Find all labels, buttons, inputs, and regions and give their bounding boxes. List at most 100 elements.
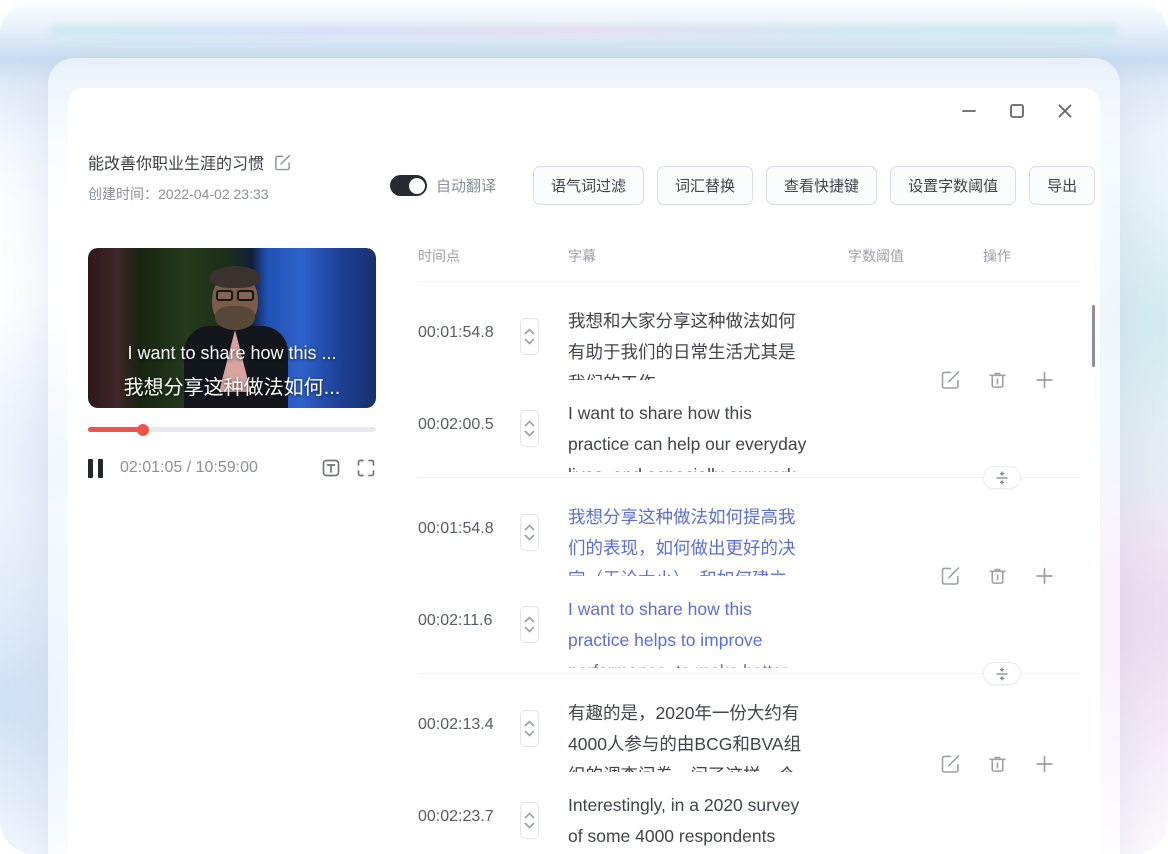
time-stepper[interactable] [520,410,539,447]
edit-subtitle-button[interactable] [940,754,961,775]
chevron-down-icon [524,822,535,829]
time-stepper[interactable] [520,606,539,643]
chevron-down-icon [524,626,535,633]
time-stepper[interactable] [520,802,539,839]
subtitle-text[interactable]: I want to share how this practice can he… [568,398,836,472]
edit-icon [274,154,291,171]
trash-icon [987,754,1008,775]
subtitle-table: 时间点 字幕 字数阈值 操作 00:01:54.8 我想和大家分享这种做法如何 … [418,246,1080,854]
add-subtitle-button[interactable] [1034,369,1055,390]
chevron-up-icon [524,420,535,427]
minimize-icon [959,101,979,121]
player-controls: 02:01:05 / 10:59:00 [88,458,376,478]
close-icon [1055,101,1075,121]
subtitle-group: 00:01:54.8 我想和大家分享这种做法如何 有助于我们的日常生活尤其是 我… [418,282,1080,478]
col-timestamp: 时间点 [418,246,460,266]
view-shortcuts-button[interactable]: 查看快捷键 [766,166,877,205]
video-subtitle-en: I want to share how this ... [88,343,376,364]
chevron-down-icon [524,534,535,541]
toggle-knob [409,178,425,194]
add-subtitle-button[interactable] [1034,754,1055,775]
subtitle-row: 00:02:00.5 I want to share how this prac… [418,398,836,472]
subtitle-row: 00:02:13.4 有趣的是，2020年一份大约有 4000人参与的由BCG和… [418,698,836,772]
chevron-down-icon [524,730,535,737]
row-actions [940,369,1055,390]
plus-icon [1034,754,1055,775]
app-window: 能改善你职业生涯的习惯 创建时间：2022-04-02 23:33 自动翻译 语… [68,88,1100,854]
progress-fill [88,427,143,432]
chevron-up-icon [524,328,535,335]
subtitle-text[interactable]: Interestingly, in a 2020 survey of some … [568,790,836,854]
edit-title-button[interactable] [274,154,291,171]
table-header: 时间点 字幕 字数阈值 操作 [418,246,1080,281]
maximize-icon [1007,101,1027,121]
row-actions [940,565,1055,586]
vocab-replace-button[interactable]: 词汇替换 [657,166,753,205]
edit-icon [940,369,961,390]
col-actions: 操作 [983,246,1011,266]
timestamp: 00:02:13.4 [418,698,494,772]
screen: 能改善你职业生涯的习惯 创建时间：2022-04-02 23:33 自动翻译 语… [0,0,1168,854]
subtitle-toggle-button[interactable] [321,458,341,478]
scrollbar-thumb[interactable] [1092,305,1095,367]
created-time: 创建时间：2022-04-02 23:33 [88,184,291,204]
fullscreen-icon [356,458,376,478]
video-subtitles: I want to share how this ... 我想分享这种做法如何.… [88,343,376,400]
merge-rows-button[interactable] [983,662,1021,685]
video-subtitle-zh: 我想分享这种做法如何... [88,371,376,400]
chevron-up-icon [524,812,535,819]
subtitle-group-active: 00:01:54.8 我想分享这种做法如何提高我 们的表现，如何做出更好的决 定… [418,478,1080,674]
video-player[interactable]: I want to share how this ... 我想分享这种做法如何.… [88,248,376,408]
maximize-button[interactable] [1006,100,1028,122]
timestamp: 00:02:11.6 [418,594,494,668]
delete-subtitle-button[interactable] [987,565,1008,586]
subtitle-row: 00:02:11.6 I want to share how this prac… [418,594,836,668]
subtitle-text[interactable]: 有趣的是，2020年一份大约有 4000人参与的由BCG和BVA组 织的调查问卷… [568,698,836,772]
progress-bar[interactable] [88,427,376,432]
subtitle-text[interactable]: I want to share how this practice helps … [568,594,836,668]
add-subtitle-button[interactable] [1034,565,1055,586]
auto-translate-toggle[interactable] [390,175,427,196]
plus-icon [1034,369,1055,390]
col-subtitle: 字幕 [568,246,596,266]
edit-icon [940,565,961,586]
project-header: 能改善你职业生涯的习惯 创建时间：2022-04-02 23:33 [88,150,291,204]
edit-icon [940,754,961,775]
subtitle-row: 00:02:23.7 Interestingly, in a 2020 surv… [418,790,836,854]
subtitle-group: 00:02:13.4 有趣的是，2020年一份大约有 4000人参与的由BCG和… [418,674,1080,854]
edit-subtitle-button[interactable] [940,369,961,390]
delete-subtitle-button[interactable] [987,369,1008,390]
time-stepper[interactable] [520,318,539,355]
pause-button[interactable] [88,459,103,478]
time-stepper[interactable] [520,710,539,747]
trash-icon [987,369,1008,390]
chevron-up-icon [524,720,535,727]
merge-rows-button[interactable] [983,466,1021,489]
close-button[interactable] [1054,100,1076,122]
timestamp: 00:01:54.8 [418,306,494,380]
subtitle-text[interactable]: 我想和大家分享这种做法如何 有助于我们的日常生活尤其是 我们的工作 [568,306,836,380]
subtitle-text[interactable]: 我想分享这种做法如何提高我 们的表现，如何做出更好的决 定（无论大小），和如何建… [568,502,836,576]
project-title: 能改善你职业生涯的习惯 [88,150,264,174]
export-button[interactable]: 导出 [1029,166,1095,205]
timestamp: 00:02:00.5 [418,398,494,472]
toolbar: 自动翻译 语气词过滤 词汇替换 查看快捷键 设置字数阈值 导出 [390,166,1095,205]
auto-translate-label: 自动翻译 [436,175,496,196]
minimize-button[interactable] [958,100,980,122]
time-stepper[interactable] [520,514,539,551]
row-actions [940,754,1055,775]
progress-handle[interactable] [137,424,149,436]
filler-word-filter-button[interactable]: 语气词过滤 [533,166,644,205]
fullscreen-button[interactable] [356,458,376,478]
player-panel: I want to share how this ... 我想分享这种做法如何.… [88,248,376,478]
trash-icon [987,565,1008,586]
edit-subtitle-button[interactable] [940,565,961,586]
merge-icon [995,471,1009,485]
chevron-down-icon [524,338,535,345]
delete-subtitle-button[interactable] [987,754,1008,775]
chevron-up-icon [524,524,535,531]
merge-icon [995,667,1009,681]
col-char-threshold: 字数阈值 [848,246,904,266]
set-char-threshold-button[interactable]: 设置字数阈值 [890,166,1016,205]
window-controls [958,100,1076,122]
